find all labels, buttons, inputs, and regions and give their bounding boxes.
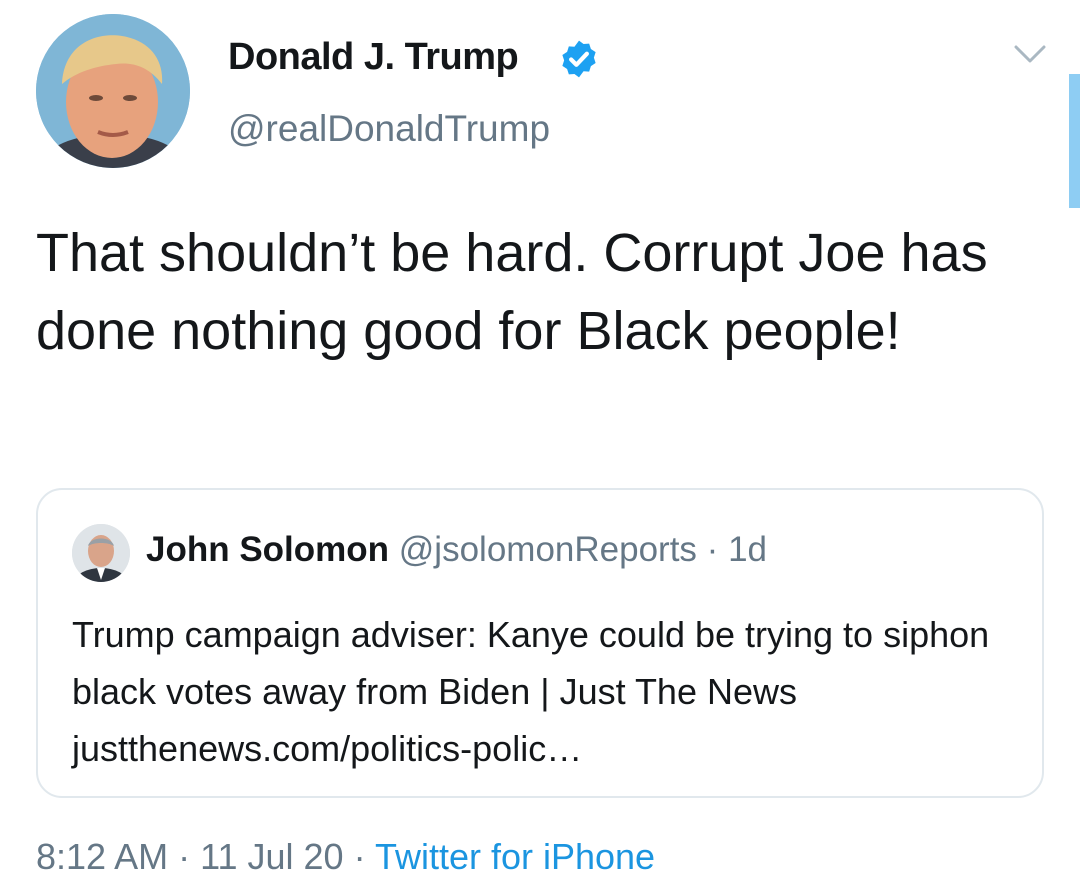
quoted-tweet-card[interactable]: John Solomon @jsolomonReports · 1d Trump…: [36, 488, 1044, 798]
separator-dot: ·: [706, 530, 719, 569]
chevron-down-icon[interactable]: [1012, 42, 1048, 66]
quoted-author-avatar: [72, 524, 130, 582]
verified-badge-icon: [562, 40, 596, 78]
tweet: Donald J. Trump @realDonaldTrump That sh…: [0, 0, 1080, 888]
separator-dot: ·: [178, 836, 191, 877]
quoted-author-name: John Solomon: [146, 530, 390, 569]
author-name[interactable]: Donald J. Trump: [228, 36, 519, 79]
tweet-time: 8:12 AM: [36, 836, 169, 877]
tweet-text: That shouldn’t be hard. Corrupt Joe has …: [36, 223, 988, 361]
quoted-tweet-text: Trump campaign adviser: Kanye could be t…: [72, 614, 990, 769]
quoted-tweet-header: John Solomon @jsolomonReports · 1d: [146, 530, 767, 570]
author-handle[interactable]: @realDonaldTrump: [228, 108, 550, 150]
scrollbar-thumb[interactable]: [1069, 74, 1080, 208]
separator-dot: ·: [353, 836, 366, 877]
tweet-metadata: 8:12 AM · 11 Jul 20 · Twitter for iPhone: [36, 836, 655, 878]
quoted-tweet-time: 1d: [728, 530, 767, 569]
tweet-source-link[interactable]: Twitter for iPhone: [375, 836, 655, 877]
tweet-date: 11 Jul 20: [200, 836, 344, 877]
author-avatar[interactable]: [36, 14, 190, 168]
quoted-author-handle: @jsolomonReports: [398, 530, 697, 569]
